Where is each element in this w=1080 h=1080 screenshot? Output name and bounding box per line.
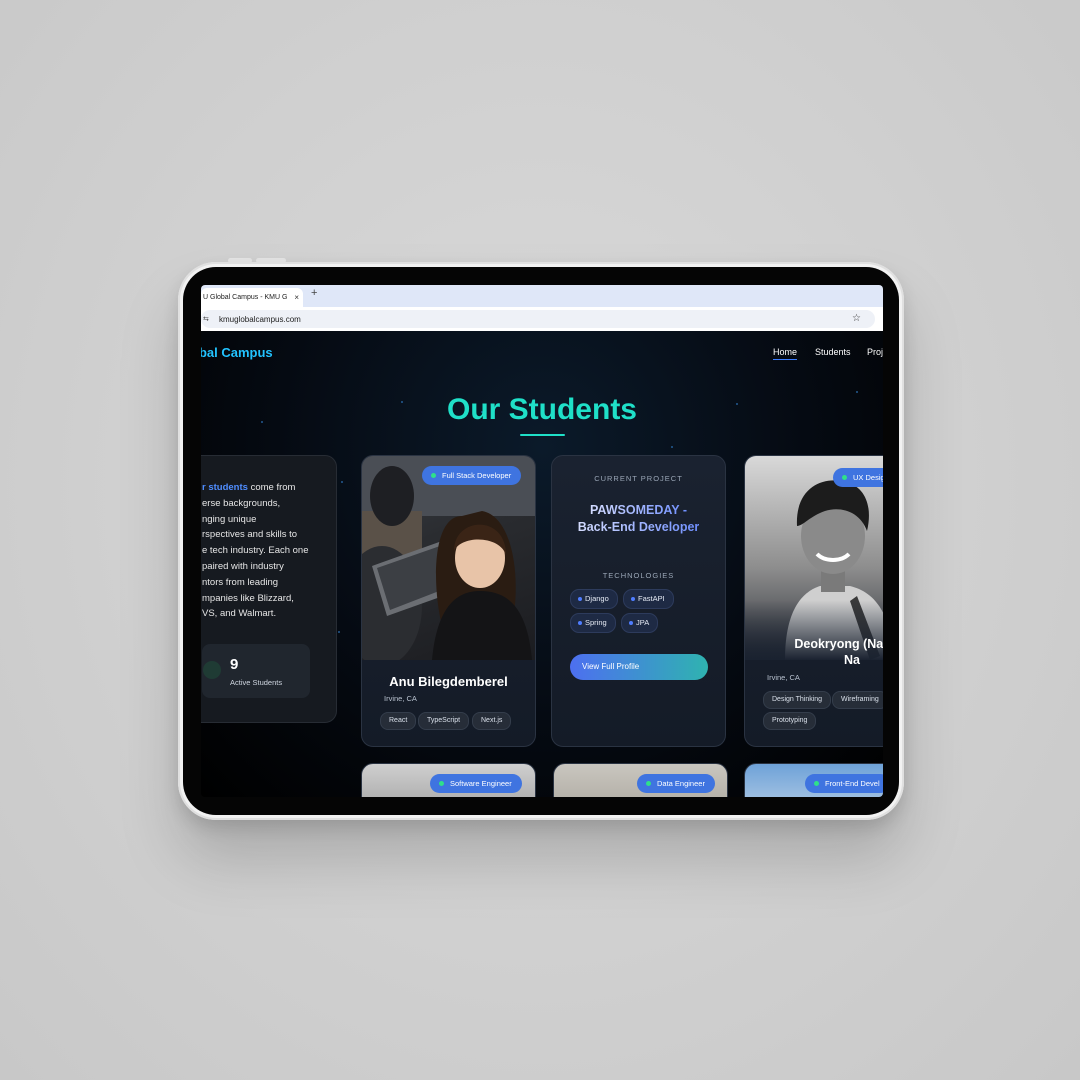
intro-line: erse backgrounds,: [202, 497, 281, 509]
student-card[interactable]: Full Stack Developer Anu Bilegdemberel I…: [361, 455, 536, 747]
status-dot: [439, 781, 444, 786]
student-card[interactable]: Data Engineer: [553, 763, 728, 797]
role-badge: Front-End Devel: [805, 774, 883, 793]
tech-label: JPA: [636, 618, 650, 627]
nav-home[interactable]: Home: [773, 347, 798, 360]
intro-text: r students come from erse backgrounds, ngi…: [202, 480, 320, 622]
student-name-line2: Na: [844, 653, 860, 667]
project-title-line1: PAWSOMEDAY -: [589, 503, 687, 517]
intro-card: r students come from erse backgrounds, ngi…: [201, 455, 337, 723]
tech-dot: [629, 621, 633, 625]
student-name: Deokryong (Nathan Na: [757, 636, 883, 668]
skill-tag: Prototyping: [763, 712, 817, 730]
tech-label: Spring: [585, 618, 607, 627]
intro-line: come from: [247, 482, 296, 493]
project-title-line2: Back-End Developer: [577, 520, 700, 534]
skill-tag: Next.js: [472, 712, 512, 730]
student-location: Irvine, CA: [384, 694, 417, 703]
tech-chip: Spring: [570, 613, 616, 633]
status-dot: [646, 781, 651, 786]
status-dot: [431, 473, 436, 478]
project-card: CURRENT PROJECT PAWSOMEDAY - Back-End De…: [551, 455, 726, 747]
stat-label: Active Students: [230, 678, 283, 687]
student-location: Irvine, CA: [767, 673, 800, 682]
student-photo: [362, 456, 535, 660]
background-star: [338, 631, 340, 633]
browser-window: U Global Campus - KMU G × + ⇆ kmuglobalc…: [201, 285, 883, 797]
tech-chip: FastAPI: [623, 589, 674, 609]
url-field[interactable]: ⇆ kmuglobalcampus.com ☆: [201, 310, 875, 328]
tablet-device: U Global Campus - KMU G × + ⇆ kmuglobalc…: [178, 262, 904, 820]
site-settings-icon[interactable]: ⇆: [203, 315, 209, 323]
intro-line: mpanies like Blizzard,: [202, 592, 294, 604]
student-name: Anu Bilegdemberel: [389, 674, 508, 689]
student-card[interactable]: Front-End Devel: [744, 763, 883, 797]
intro-line: ntors from leading: [202, 576, 279, 588]
tech-label: Django: [585, 594, 609, 603]
role-label: Data Engineer: [657, 779, 705, 788]
nav-projects[interactable]: Proj: [867, 347, 883, 357]
skill-tag: Wireframing: [832, 691, 883, 709]
role-badge: Software Engineer: [430, 774, 522, 793]
role-label: UX Desig: [853, 473, 883, 482]
tech-chip: Django: [570, 589, 618, 609]
tablet-bezel: U Global Campus - KMU G × + ⇆ kmuglobalc…: [183, 267, 899, 815]
bookmark-star-icon[interactable]: ☆: [852, 313, 861, 324]
tab-title: U Global Campus - KMU G: [203, 294, 288, 301]
browser-tab[interactable]: U Global Campus - KMU G ×: [201, 288, 303, 307]
tech-chip: JPA: [621, 613, 659, 633]
role-label: Front-End Devel: [825, 779, 880, 788]
role-label: Full Stack Developer: [442, 471, 512, 480]
close-icon[interactable]: ×: [294, 288, 299, 307]
nav-students[interactable]: Students: [815, 347, 851, 357]
tab-bar: U Global Campus - KMU G × +: [201, 285, 883, 307]
student-card[interactable]: Software Engineer: [361, 763, 536, 797]
status-dot: [814, 781, 819, 786]
tech-label: FastAPI: [638, 594, 665, 603]
student-photo-illustration: [362, 456, 535, 660]
new-tab-button[interactable]: +: [311, 287, 317, 299]
background-star: [671, 446, 673, 448]
stat-value: 9: [230, 656, 239, 673]
active-students-stat: 9 Active Students: [202, 644, 310, 698]
tech-dot: [578, 597, 582, 601]
technologies-label: TECHNOLOGIES: [602, 571, 675, 580]
intro-line: rspectives and skills to: [202, 529, 298, 541]
view-full-profile-button[interactable]: View Full Profile: [570, 654, 708, 680]
address-bar: ⇆ kmuglobalcampus.com ☆: [201, 307, 883, 331]
tech-dot: [578, 621, 582, 625]
background-star: [341, 481, 343, 483]
role-badge: Full Stack Developer: [422, 466, 522, 485]
intro-line: e tech industry. Each one: [202, 545, 309, 557]
intro-line: nging unique: [202, 513, 257, 525]
skill-tag: React: [380, 712, 417, 730]
stat-icon: [203, 661, 221, 679]
web-page: obal Campus Home Students Proj Our Stude…: [201, 331, 883, 797]
url-text[interactable]: kmuglobalcampus.com: [219, 315, 301, 324]
skill-tag: Design Thinking: [763, 691, 832, 709]
title-underline: [520, 434, 565, 436]
skill-tag: TypeScript: [418, 712, 470, 730]
student-name-line1: Deokryong (Nathan: [794, 637, 883, 651]
site-brand[interactable]: obal Campus: [201, 345, 273, 360]
student-card[interactable]: UX Desig Deokryong (Nathan Na Irvine, CA…: [744, 455, 883, 747]
status-dot: [842, 475, 847, 480]
tech-dot: [631, 597, 635, 601]
current-project-label: CURRENT PROJECT: [594, 474, 683, 483]
intro-line: paired with industry: [202, 560, 284, 572]
page-title: Our Students: [446, 393, 637, 426]
role-badge: Data Engineer: [637, 774, 715, 793]
project-title: PAWSOMEDAY - Back-End Developer: [552, 502, 725, 536]
role-badge: UX Desig: [833, 468, 883, 487]
intro-line: VS, and Walmart.: [202, 608, 277, 620]
intro-highlight: r students: [202, 482, 248, 493]
role-label: Software Engineer: [450, 779, 512, 788]
